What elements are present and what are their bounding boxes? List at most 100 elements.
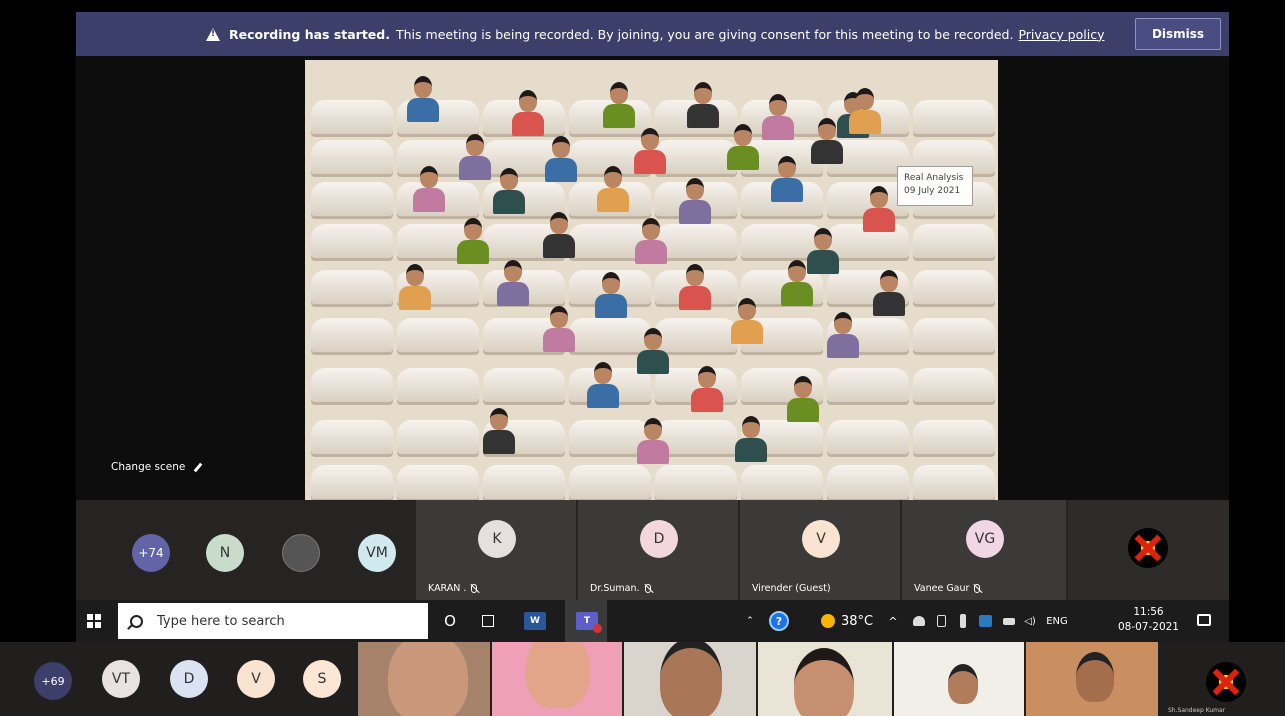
- battery-icon[interactable]: [1000, 600, 1018, 642]
- auditorium-seat: [483, 465, 565, 499]
- participant-avatar[interactable]: D: [170, 660, 208, 698]
- auditorium-seat: [827, 420, 909, 454]
- auditorium-seat: [569, 465, 651, 499]
- attendee-video-cutout: [729, 298, 765, 344]
- auditorium-seat: [913, 318, 995, 352]
- banner-message: This meeting is being recorded. By joini…: [396, 26, 1014, 42]
- language-indicator[interactable]: ENG: [1042, 600, 1072, 642]
- participant-video[interactable]: [492, 642, 622, 716]
- attendee-video-cutout: [733, 416, 769, 462]
- auditorium-seat: [311, 368, 393, 402]
- participant-tile[interactable]: D Dr.Suman.: [578, 500, 738, 600]
- windows-start-icon[interactable]: [87, 614, 101, 628]
- change-scene-button[interactable]: Change scene: [111, 461, 203, 473]
- auditorium-seat: [913, 420, 995, 454]
- word-app-icon[interactable]: W: [520, 600, 550, 642]
- attendee-video-cutout: [457, 134, 493, 180]
- attendee-video-cutout: [510, 90, 546, 136]
- attendee-video-cutout: [685, 82, 721, 128]
- auditorium-seat: [913, 270, 995, 304]
- participant-avatar[interactable]: VT: [102, 660, 140, 698]
- attendee-video-cutout: [847, 88, 883, 134]
- participant-photo-avatar[interactable]: [282, 534, 320, 572]
- banner-content: Recording has started. This meeting is b…: [206, 12, 1104, 56]
- auditorium-seat: [913, 368, 995, 402]
- help-icon[interactable]: ?: [766, 600, 792, 642]
- participant-tile[interactable]: [1068, 500, 1229, 600]
- task-view-icon[interactable]: [476, 600, 500, 642]
- attendee-video-cutout: [455, 218, 491, 264]
- participant-tile[interactable]: K KARAN .: [416, 500, 576, 600]
- display-icon[interactable]: [976, 600, 994, 642]
- attendee-video-cutout: [635, 328, 671, 374]
- weather-widget[interactable]: 38°C: [812, 600, 882, 642]
- scene-label-title: Real Analysis: [904, 173, 964, 183]
- participant-tile[interactable]: V Virender (Guest): [740, 500, 900, 600]
- dismiss-button[interactable]: Dismiss: [1135, 18, 1221, 50]
- participant-tile[interactable]: VG Vanee Gaur: [902, 500, 1066, 600]
- recording-banner: Recording has started. This meeting is b…: [76, 12, 1229, 56]
- speaker-icon[interactable]: ◁): [1020, 600, 1040, 642]
- tile-avatar: V: [802, 520, 840, 558]
- tile-avatar: K: [478, 520, 516, 558]
- auditorium-seat: [397, 368, 479, 402]
- auditorium-seat: [311, 182, 393, 216]
- temperature: 38°C: [840, 613, 874, 629]
- attendee-video-cutout: [541, 306, 577, 352]
- attendee-video-cutout: [635, 418, 671, 464]
- auditorium-seat: [483, 368, 565, 402]
- cloud-icon[interactable]: [910, 600, 928, 642]
- x-logo-avatar[interactable]: [1206, 662, 1246, 702]
- cortana-icon[interactable]: O: [438, 600, 462, 642]
- scroll-arrows-icon[interactable]: ⌃: [744, 600, 756, 642]
- participant-avatar[interactable]: VM: [358, 534, 396, 572]
- device-icon[interactable]: [932, 600, 950, 642]
- mic-muted-icon: [974, 584, 981, 593]
- attendee-video-cutout: [632, 128, 668, 174]
- attendee-video-cutout: [601, 82, 637, 128]
- auditorium-seat: [397, 465, 479, 499]
- attendee-video-cutout: [633, 218, 669, 264]
- participant-avatar[interactable]: V: [237, 660, 275, 698]
- chevron-up-icon[interactable]: ^: [884, 600, 902, 642]
- auditorium-seat: [311, 465, 393, 499]
- auditorium-seat: [913, 100, 995, 134]
- sun-icon: [820, 614, 835, 628]
- change-scene-label: Change scene: [111, 461, 186, 473]
- together-mode-auditorium: [305, 60, 998, 500]
- taskbar-search-box[interactable]: Type here to search: [118, 603, 428, 639]
- overflow-participants[interactable]: +74: [132, 534, 170, 572]
- attendee-video-cutout: [769, 156, 805, 202]
- auditorium-seat: [311, 140, 393, 174]
- attendee-video-cutout: [411, 166, 447, 212]
- mic-muted-icon: [471, 584, 478, 593]
- usb-icon[interactable]: [954, 600, 972, 642]
- teams-meeting-screen: Recording has started. This meeting is b…: [0, 0, 1285, 716]
- attendee-video-cutout: [825, 312, 861, 358]
- participant-video[interactable]: [624, 642, 756, 716]
- seat-row: [305, 465, 998, 499]
- taskbar-clock[interactable]: 11:56 08-07-2021: [1118, 605, 1179, 635]
- attendee-video-cutout: [481, 408, 517, 454]
- participant-video[interactable]: [894, 642, 1024, 716]
- tile-name: Vanee Gaur: [914, 583, 981, 594]
- privacy-policy-link[interactable]: Privacy policy: [1018, 27, 1104, 42]
- notification-icon[interactable]: [1197, 614, 1211, 626]
- participant-video[interactable]: [1026, 642, 1158, 716]
- attendee-video-cutout: [871, 270, 907, 316]
- participant-strip: +74 N VM K KARAN . D Dr.Suman. V Virende…: [76, 500, 1229, 600]
- teams-app-icon[interactable]: T: [575, 600, 602, 642]
- attendee-video-cutout: [785, 376, 821, 422]
- scene-label-date: 09 July 2021: [904, 186, 961, 196]
- auditorium-seat: [311, 224, 393, 258]
- banner-heading: Recording has started.: [229, 26, 390, 42]
- attendee-video-cutout: [593, 272, 629, 318]
- participant-video[interactable]: [758, 642, 892, 716]
- auditorium-seat: [311, 100, 393, 134]
- participant-avatar[interactable]: N: [206, 534, 244, 572]
- overflow-participants[interactable]: +69: [34, 662, 72, 700]
- participant-avatar[interactable]: S: [303, 660, 341, 698]
- auditorium-seat: [397, 318, 479, 352]
- participant-video[interactable]: [358, 642, 490, 716]
- mic-muted-icon: [644, 584, 651, 593]
